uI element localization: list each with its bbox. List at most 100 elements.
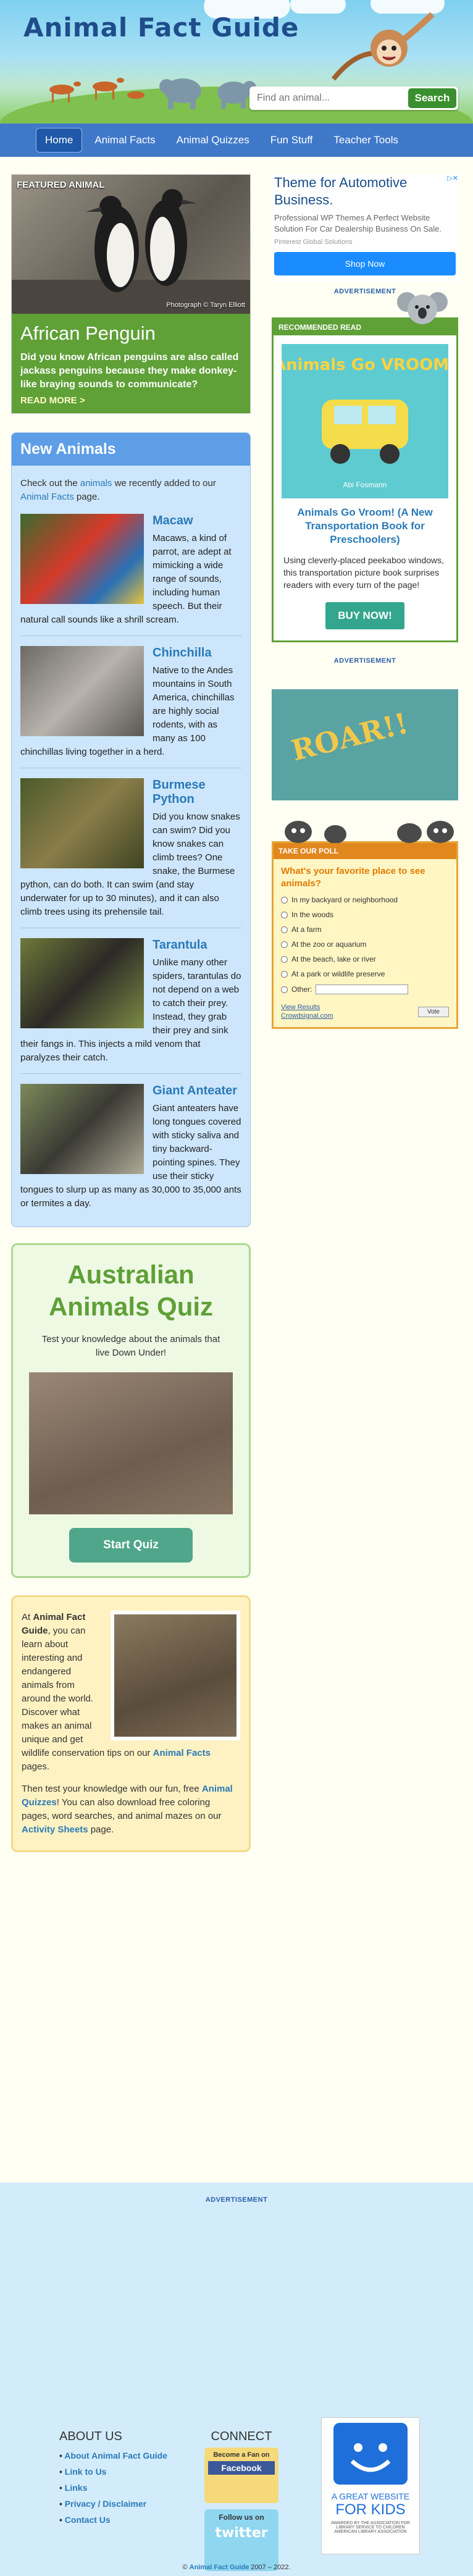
nav-home[interactable]: Home [36, 128, 83, 153]
radio-button[interactable] [281, 941, 288, 948]
quiz-title[interactable]: Australian Animals Quiz [24, 1259, 238, 1323]
site-logo[interactable]: Animal Fact Guide [23, 12, 299, 43]
featured-animal-body: African Penguin Did you know African pen… [12, 314, 250, 413]
nav-animal-facts[interactable]: Animal Facts [86, 128, 164, 152]
ad-source: Pinterest Global Solutions [274, 238, 353, 246]
featured-animal-title[interactable]: African Penguin [20, 322, 241, 345]
new-animals-panel: New Animals Check out the animals we rec… [11, 432, 251, 1227]
start-quiz-button[interactable]: Start Quiz [69, 1528, 193, 1563]
twitter-badge[interactable]: Follow us on twitter [204, 2509, 278, 2571]
quokka-image[interactable] [29, 1372, 233, 1514]
ad-roar-banner[interactable]: ROAR!! [272, 689, 458, 800]
smiley-icon [333, 2423, 408, 2485]
new-animals-intro: Check out the animals we recently added … [20, 478, 216, 502]
list-item: Giant Anteater Giant anteaters have long… [20, 1084, 241, 1219]
poll-box: TAKE OUR POLL What's your favorite place… [272, 821, 458, 1029]
radio-button[interactable] [281, 986, 288, 993]
footer-link[interactable]: • Link to Us [59, 2464, 183, 2480]
twitter-icon: twitter [215, 2525, 268, 2541]
main-nav: Home Animal Facts Animal Quizzes Fun Stu… [0, 124, 473, 157]
quiz-description: Test your knowledge about the animals th… [41, 1334, 220, 1358]
nav-fun-stuff[interactable]: Fun Stuff [262, 128, 322, 152]
tarantula-image[interactable] [20, 938, 144, 1028]
footer-link[interactable]: • About Animal Fact Guide [59, 2448, 183, 2464]
about-us-column: ABOUT US • About Animal Fact Guide • Lin… [59, 2430, 183, 2528]
roar-text: ROAR!! [288, 706, 412, 768]
poll-option[interactable]: Other: [274, 981, 456, 997]
ad-shop-now-button[interactable]: Shop Now [274, 252, 456, 275]
advertisement-label: ADVERTISEMENT [333, 657, 396, 665]
view-results-link[interactable]: View Results [281, 1004, 333, 1011]
great-website-badge[interactable]: A GREAT WEBSITE FOR KIDS AWARDED BY THE … [321, 2417, 420, 2554]
book-title-link[interactable]: Animals Go Vroom! (A New Transportation … [282, 506, 448, 547]
about-paragraph: Then test your knowledge with our fun, f… [22, 1784, 233, 1835]
radio-button[interactable] [281, 955, 288, 963]
search-input[interactable] [249, 86, 408, 110]
book-description: Using cleverly-placed peekaboo windows, … [283, 555, 444, 590]
radio-button[interactable] [281, 926, 288, 933]
book-cover[interactable]: Animals Go VROOM! Abi Fosmann [274, 344, 456, 498]
radio-button[interactable] [281, 896, 288, 904]
read-more-link[interactable]: READ MORE > [20, 395, 241, 406]
search-bar: Search [249, 86, 458, 110]
footer-link[interactable]: • Privacy / Disclaimer [59, 2496, 183, 2512]
featured-animal-image[interactable]: FEATURED ANIMAL Photograph © Taryn Ellio… [12, 175, 250, 314]
featured-animal-text: Did you know African penguins are also c… [20, 352, 239, 390]
animals-link[interactable]: animals [80, 478, 112, 489]
vote-button[interactable]: Vote [417, 1006, 449, 1017]
featured-animal-card[interactable]: FEATURED ANIMAL Photograph © Taryn Ellio… [11, 174, 251, 414]
macaw-image[interactable] [20, 514, 144, 604]
footer-link[interactable]: • Links [59, 2480, 183, 2496]
search-button[interactable]: Search [408, 88, 456, 108]
copyright-link[interactable]: Animal Fact Guide [190, 2564, 249, 2571]
raccoons-illustration [285, 821, 454, 843]
poll-option[interactable]: At the zoo or aquarium [274, 937, 456, 952]
nav-teacher-tools[interactable]: Teacher Tools [325, 128, 407, 152]
site-header: Animal Fact Guide Search [0, 0, 473, 124]
copyright: © Animal Fact Guide 2007 – 2022. [182, 2564, 291, 2571]
poll-option[interactable]: In the woods [274, 907, 456, 922]
anteater-image[interactable] [20, 1084, 144, 1174]
about-us-heading: ABOUT US [59, 2430, 122, 2443]
python-image[interactable] [20, 778, 144, 868]
radio-button[interactable] [281, 970, 288, 978]
poll-question: What's your favorite place to see animal… [281, 866, 425, 889]
advertisement-label: ADVERTISEMENT [205, 2196, 268, 2204]
ad-description: Professional WP Themes A Perfect Website… [274, 213, 442, 233]
connect-column: CONNECT Become a Fan on Facebook Follow … [201, 2430, 282, 2571]
radio-button[interactable] [281, 911, 288, 918]
photo-credit: Photograph © Taryn Elliott [166, 301, 245, 309]
poll-option[interactable]: At a farm [274, 922, 456, 937]
footer-link[interactable]: • Contact Us [59, 2512, 183, 2528]
recommended-read-box: RECOMMENDED READ Animals Go VROOM! Abi F… [272, 292, 458, 642]
poll-option[interactable]: At a park or wildlife preserve [274, 967, 456, 981]
poll-option[interactable]: In my backyard or neighborhood [274, 892, 456, 907]
site-footer: ADVERTISEMENT ABOUT US • About Animal Fa… [0, 2183, 473, 2576]
buy-now-button[interactable]: BUY NOW! [325, 602, 404, 629]
ad-choices-icon[interactable]: ▷✕ [447, 174, 458, 182]
facebook-icon: Facebook [208, 2461, 275, 2475]
facebook-badge[interactable]: Become a Fan on Facebook [204, 2448, 278, 2503]
ad-title[interactable]: Theme for Automotive Business. [274, 174, 456, 209]
left-column: FEATURED ANIMAL Photograph © Taryn Ellio… [11, 174, 251, 1852]
crowdsignal-link[interactable]: Crowdsignal.com [281, 1012, 333, 1020]
nav-animal-quizzes[interactable]: Animal Quizzes [168, 128, 258, 152]
new-animals-heading: New Animals [12, 433, 250, 466]
sloth-image [111, 1611, 240, 1740]
list-item: Macaw Macaws, a kind of parrot, are adep… [20, 514, 241, 636]
other-text-input[interactable] [316, 984, 409, 994]
list-item: Tarantula Unlike many other spiders, tar… [20, 938, 241, 1074]
activity-sheets-link[interactable]: Activity Sheets [22, 1824, 88, 1835]
poll-heading: TAKE OUR POLL [274, 843, 456, 859]
koala-illustration [397, 292, 448, 324]
book-cover-illustration: Animals Go VROOM! Abi Fosmann [274, 356, 456, 489]
elephant-illustration [159, 78, 256, 109]
poll-option[interactable]: At the beach, lake or river [274, 952, 456, 967]
about-box: At Animal Fact Guide, you can learn abou… [11, 1595, 251, 1852]
animal-facts-link[interactable]: Animal Facts [153, 1748, 211, 1758]
ad-automotive[interactable]: ▷✕ Theme for Automotive Business. Profes… [272, 174, 458, 282]
featured-tag: FEATURED ANIMAL [17, 180, 105, 190]
animal-facts-link[interactable]: Animal Facts [20, 492, 74, 502]
list-item: Burmese Python Did you know snakes can s… [20, 778, 241, 928]
chinchilla-image[interactable] [20, 646, 144, 736]
